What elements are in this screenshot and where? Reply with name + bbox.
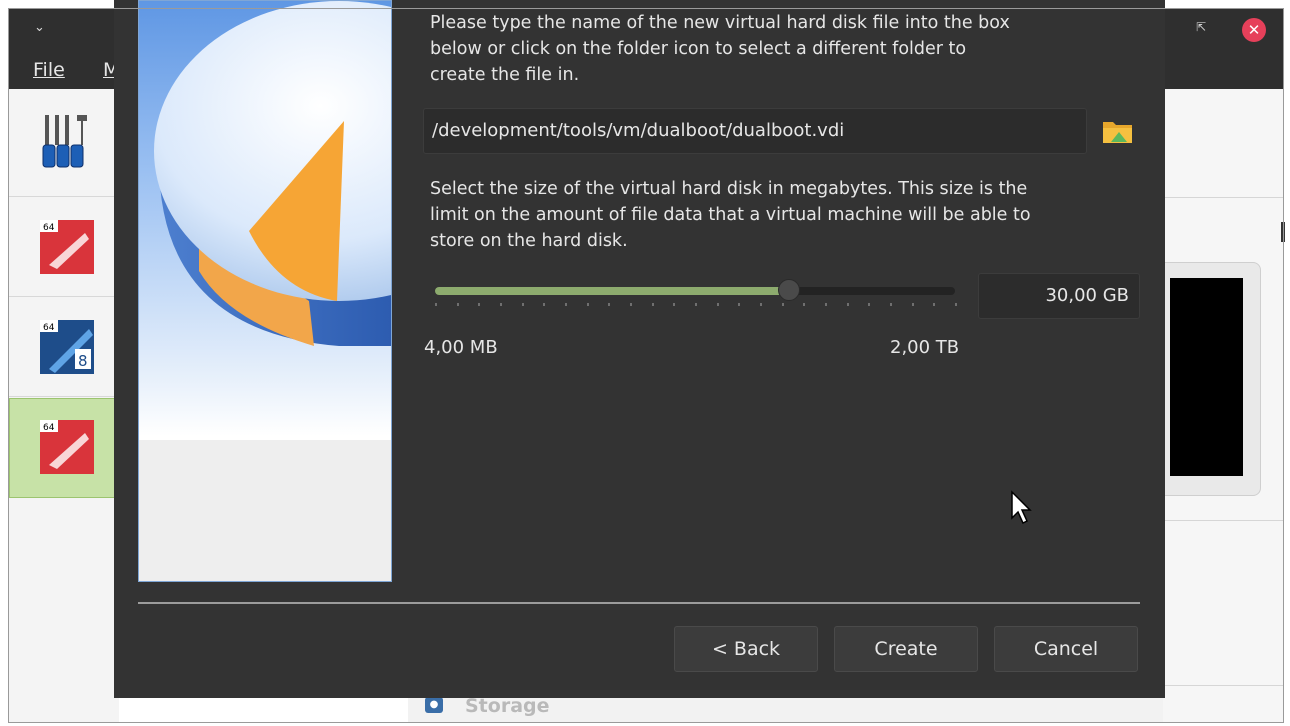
size-description: Select the size of the virtual hard disk… [430,179,1031,251]
slider-tick [586,303,589,306]
slider-tick [911,303,914,306]
slider-tick [738,303,741,306]
wizard-image-footer [139,440,391,581]
slider-tick [890,303,892,306]
slider-tick [695,303,697,306]
divider [1163,685,1283,686]
slider-ticks [435,303,957,307]
slider-tick [521,303,524,306]
vm-list-item-selected[interactable]: 64 [9,398,119,498]
vm-list-item[interactable]: 64 [9,197,119,297]
mouse-pointer-icon [1011,490,1032,525]
slider-tick [846,303,849,306]
slider-tick [630,303,632,306]
size-input[interactable]: 30,00 GB [978,273,1140,319]
svg-text:64: 64 [43,423,55,433]
tools-icon [42,115,87,168]
cancel-button[interactable]: Cancel [994,626,1138,672]
storage-icon: ● [425,697,443,713]
slider-tick [673,303,676,306]
chevron-down-icon[interactable]: ⌄ [34,20,45,35]
vm-preview-screen [1170,278,1243,476]
restore-window-icon[interactable]: ⇱ [1196,20,1206,34]
slider-tick [478,303,481,306]
vm-list-item[interactable]: 64 8 [9,297,119,397]
button-separator [138,602,1140,604]
slider-tick [803,303,806,306]
scrollbar[interactable] [1281,222,1285,242]
tools-row[interactable] [9,89,119,197]
divider [1163,520,1283,521]
slider-tick [825,303,827,306]
slider-tick [933,303,936,306]
close-icon[interactable]: ✕ [1242,18,1266,42]
slider-tick [543,303,546,306]
range-min-label: 4,00 MB [424,337,498,358]
vm-icon: 64 [40,420,94,474]
svg-text:64: 64 [43,223,55,233]
divider [1163,197,1283,198]
vm-icon: 64 8 [40,320,94,374]
slider-tick [456,303,459,306]
file-path-input[interactable]: /development/tools/vm/dualboot/dualboot.… [423,108,1087,154]
slider-tick [500,303,502,306]
size-slider[interactable] [435,279,955,301]
slider-tick [760,303,762,306]
vm-icon: 64 [40,220,94,274]
slider-tick [868,303,871,306]
menu-file[interactable]: File [33,59,65,81]
slider-tick [435,303,437,306]
svg-text:8: 8 [78,352,88,370]
path-description: Please type the name of the new virtual … [430,13,1010,85]
back-button[interactable]: < Back [674,626,818,672]
slider-handle[interactable] [777,279,800,301]
create-button[interactable]: Create [834,626,978,672]
slider-tick [608,303,611,306]
slider-fill [435,287,789,295]
slider-tick [955,303,957,306]
slider-tick [716,303,719,306]
hard-disk-pie-icon [154,1,391,346]
svg-text:64: 64 [43,323,55,333]
slider-tick [781,303,784,306]
slider-tick [651,303,654,306]
range-max-label: 2,00 TB [890,337,960,358]
folder-icon[interactable] [1101,116,1135,146]
slider-tick [565,303,567,306]
storage-heading[interactable]: Storage [465,695,550,717]
